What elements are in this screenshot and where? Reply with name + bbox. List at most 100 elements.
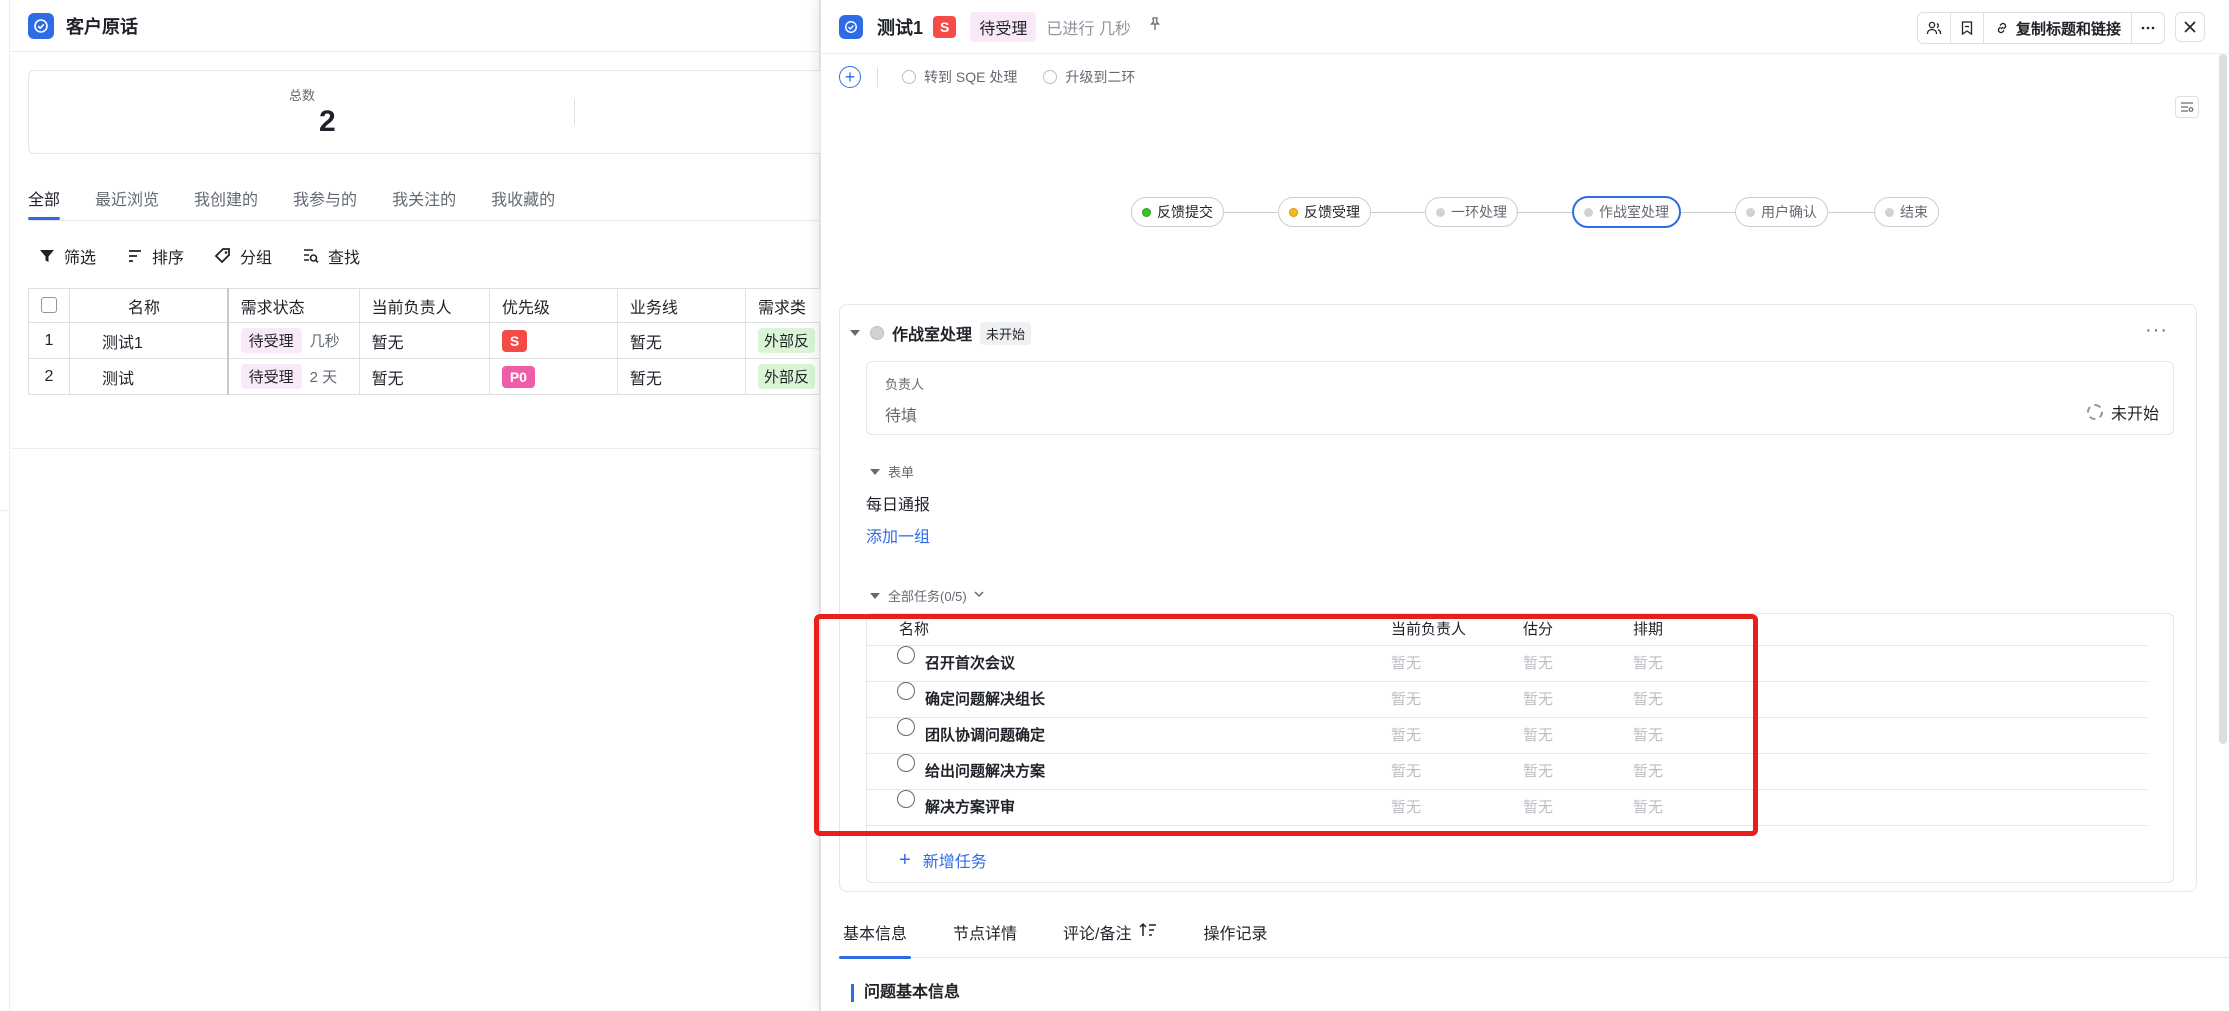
task-estimate[interactable]: 暂无 xyxy=(1523,718,1553,754)
col-business-line[interactable]: 业务线 xyxy=(616,288,746,323)
upgrade-option[interactable]: 升级到二环 xyxy=(1043,67,1135,87)
members-button[interactable] xyxy=(1918,13,1951,43)
task-name[interactable]: 确定问题解决组长 xyxy=(925,682,1045,718)
close-button[interactable] xyxy=(2175,12,2205,42)
task-estimate[interactable]: 暂无 xyxy=(1523,682,1553,718)
task-schedule[interactable]: 暂无 xyxy=(1633,646,1663,682)
task-complete-checkbox[interactable] xyxy=(897,718,915,736)
tab-followed[interactable]: 我关注的 xyxy=(392,180,456,220)
flow-step-warroom[interactable]: 作战室处理 xyxy=(1572,196,1681,228)
flow-step-submit[interactable]: 反馈提交 xyxy=(1131,197,1224,227)
row-priority-cell: S xyxy=(488,322,618,359)
flow-step-ring1[interactable]: 一环处理 xyxy=(1425,197,1518,227)
table-row[interactable]: 1 测试1 待受理 几秒 暂无 S 暂无 外部反 xyxy=(28,322,829,359)
task-schedule[interactable]: 暂无 xyxy=(1633,718,1663,754)
col-owner[interactable]: 当前负责人 xyxy=(358,288,490,323)
tab-favorited[interactable]: 我收藏的 xyxy=(491,180,555,220)
flow-step-end[interactable]: 结束 xyxy=(1874,197,1939,227)
task-name[interactable]: 召开首次会议 xyxy=(925,646,1015,682)
pin-icon[interactable] xyxy=(1147,16,1163,37)
task-row[interactable]: 解决方案评审 暂无 暂无 暂无 xyxy=(867,790,2147,826)
task-complete-checkbox[interactable] xyxy=(897,754,915,772)
collapse-caret-icon[interactable] xyxy=(850,330,860,336)
owner-status[interactable]: 未开始 xyxy=(2086,400,2159,424)
task-owner[interactable]: 暂无 xyxy=(1391,646,1421,682)
col-priority[interactable]: 优先级 xyxy=(488,288,618,323)
priority-badge: P0 xyxy=(501,365,535,388)
task-name[interactable]: 解决方案评审 xyxy=(925,790,1015,826)
add-task-button[interactable]: + 新增任务 xyxy=(899,848,987,872)
add-button[interactable]: + xyxy=(839,66,861,88)
form-section-toggle[interactable]: 表单 xyxy=(870,462,914,481)
detail-tabs: 基本信息 节点详情 评论/备注 操作记录 xyxy=(838,906,2229,959)
col-type[interactable]: 需求类 xyxy=(744,288,829,323)
task-estimate[interactable]: 暂无 xyxy=(1523,790,1553,826)
find-button[interactable]: 查找 xyxy=(302,244,360,268)
layout-toggle-button[interactable] xyxy=(2175,96,2199,118)
task-col-estimate: 估分 xyxy=(1523,621,1554,638)
tag-icon xyxy=(214,248,230,264)
node-card-header[interactable]: 作战室处理 未开始 xyxy=(850,321,1032,345)
owner-value[interactable]: 待填 xyxy=(885,402,917,426)
task-complete-checkbox[interactable] xyxy=(897,790,915,808)
group-button[interactable]: 分组 xyxy=(214,244,272,268)
select-all-cell[interactable] xyxy=(28,288,70,323)
filter-button[interactable]: 筛选 xyxy=(38,244,96,268)
task-row[interactable]: 给出问题解决方案 暂无 暂无 暂无 xyxy=(867,754,2147,790)
detail-subbar: + 转到 SQE 处理 升级到二环 xyxy=(839,64,1161,90)
task-name[interactable]: 给出问题解决方案 xyxy=(925,754,1045,790)
copy-link-button[interactable]: 复制标题和链接 xyxy=(1984,13,2132,43)
detail-status-badge[interactable]: 待受理 xyxy=(970,11,1037,42)
task-row[interactable]: 团队协调问题确定 暂无 暂无 暂无 xyxy=(867,718,2147,754)
tab-created[interactable]: 我创建的 xyxy=(194,180,258,220)
tasks-section-title: 全部任务(0/5) xyxy=(888,589,967,604)
more-actions-button[interactable] xyxy=(2132,13,2164,43)
col-name[interactable]: 名称 xyxy=(68,288,229,323)
form-item[interactable]: 每日通报 xyxy=(866,491,930,515)
task-schedule[interactable]: 暂无 xyxy=(1633,682,1663,718)
task-schedule[interactable]: 暂无 xyxy=(1633,754,1663,790)
tab-basic-info[interactable]: 基本信息 xyxy=(838,906,912,959)
task-owner[interactable]: 暂无 xyxy=(1391,754,1421,790)
task-owner[interactable]: 暂无 xyxy=(1391,682,1421,718)
edge-separator xyxy=(0,510,10,511)
col-status[interactable]: 需求状态 xyxy=(226,288,360,323)
sort-button[interactable]: 排序 xyxy=(126,244,184,268)
tab-comments[interactable]: 评论/备注 xyxy=(1063,906,1157,958)
task-row[interactable]: 召开首次会议 暂无 暂无 暂无 xyxy=(867,646,2147,682)
flow-step-confirm[interactable]: 用户确认 xyxy=(1735,197,1828,227)
to-sqe-option[interactable]: 转到 SQE 处理 xyxy=(902,67,1017,87)
row-name[interactable]: 测试 xyxy=(68,358,229,395)
detail-priority-badge[interactable]: S xyxy=(933,15,957,38)
tab-node-details[interactable]: 节点详情 xyxy=(953,906,1017,958)
sort-order-icon[interactable] xyxy=(1139,922,1157,938)
flow-step-label: 反馈受理 xyxy=(1304,204,1360,220)
panel-scrollbar[interactable] xyxy=(2219,54,2227,744)
owner-field[interactable]: 负责人 待填 未开始 xyxy=(866,361,2174,435)
bookmark-button[interactable] xyxy=(1951,13,1984,43)
node-more-icon[interactable]: ··· xyxy=(2145,320,2168,340)
tab-all[interactable]: 全部 xyxy=(28,180,61,220)
row-name[interactable]: 测试1 xyxy=(68,322,229,359)
chevron-down-icon[interactable] xyxy=(967,588,985,603)
tab-operation-log[interactable]: 操作记录 xyxy=(1203,906,1267,958)
tab-recent[interactable]: 最近浏览 xyxy=(95,180,159,220)
task-estimate[interactable]: 暂无 xyxy=(1523,754,1553,790)
flow-step-accept[interactable]: 反馈受理 xyxy=(1278,197,1371,227)
step-pending-dot xyxy=(1746,207,1755,217)
select-all-checkbox[interactable] xyxy=(41,297,57,314)
task-owner[interactable]: 暂无 xyxy=(1391,790,1421,826)
tab-participated[interactable]: 我参与的 xyxy=(293,180,357,220)
task-schedule[interactable]: 暂无 xyxy=(1633,790,1663,826)
task-name[interactable]: 团队协调问题确定 xyxy=(925,718,1045,754)
task-complete-checkbox[interactable] xyxy=(897,646,915,664)
task-owner[interactable]: 暂无 xyxy=(1391,718,1421,754)
task-complete-checkbox[interactable] xyxy=(897,682,915,700)
add-group-link[interactable]: 添加一组 xyxy=(866,523,930,547)
stat-card: 总数 2 xyxy=(28,70,848,154)
table-row[interactable]: 2 测试 待受理 2 天 暂无 P0 暂无 外部反 xyxy=(28,358,829,395)
task-estimate[interactable]: 暂无 xyxy=(1523,646,1553,682)
tasks-section-toggle[interactable]: 全部任务(0/5) xyxy=(870,586,985,605)
task-row[interactable]: 确定问题解决组长 暂无 暂无 暂无 xyxy=(867,682,2147,718)
detail-title[interactable]: 测试1 xyxy=(877,14,923,40)
